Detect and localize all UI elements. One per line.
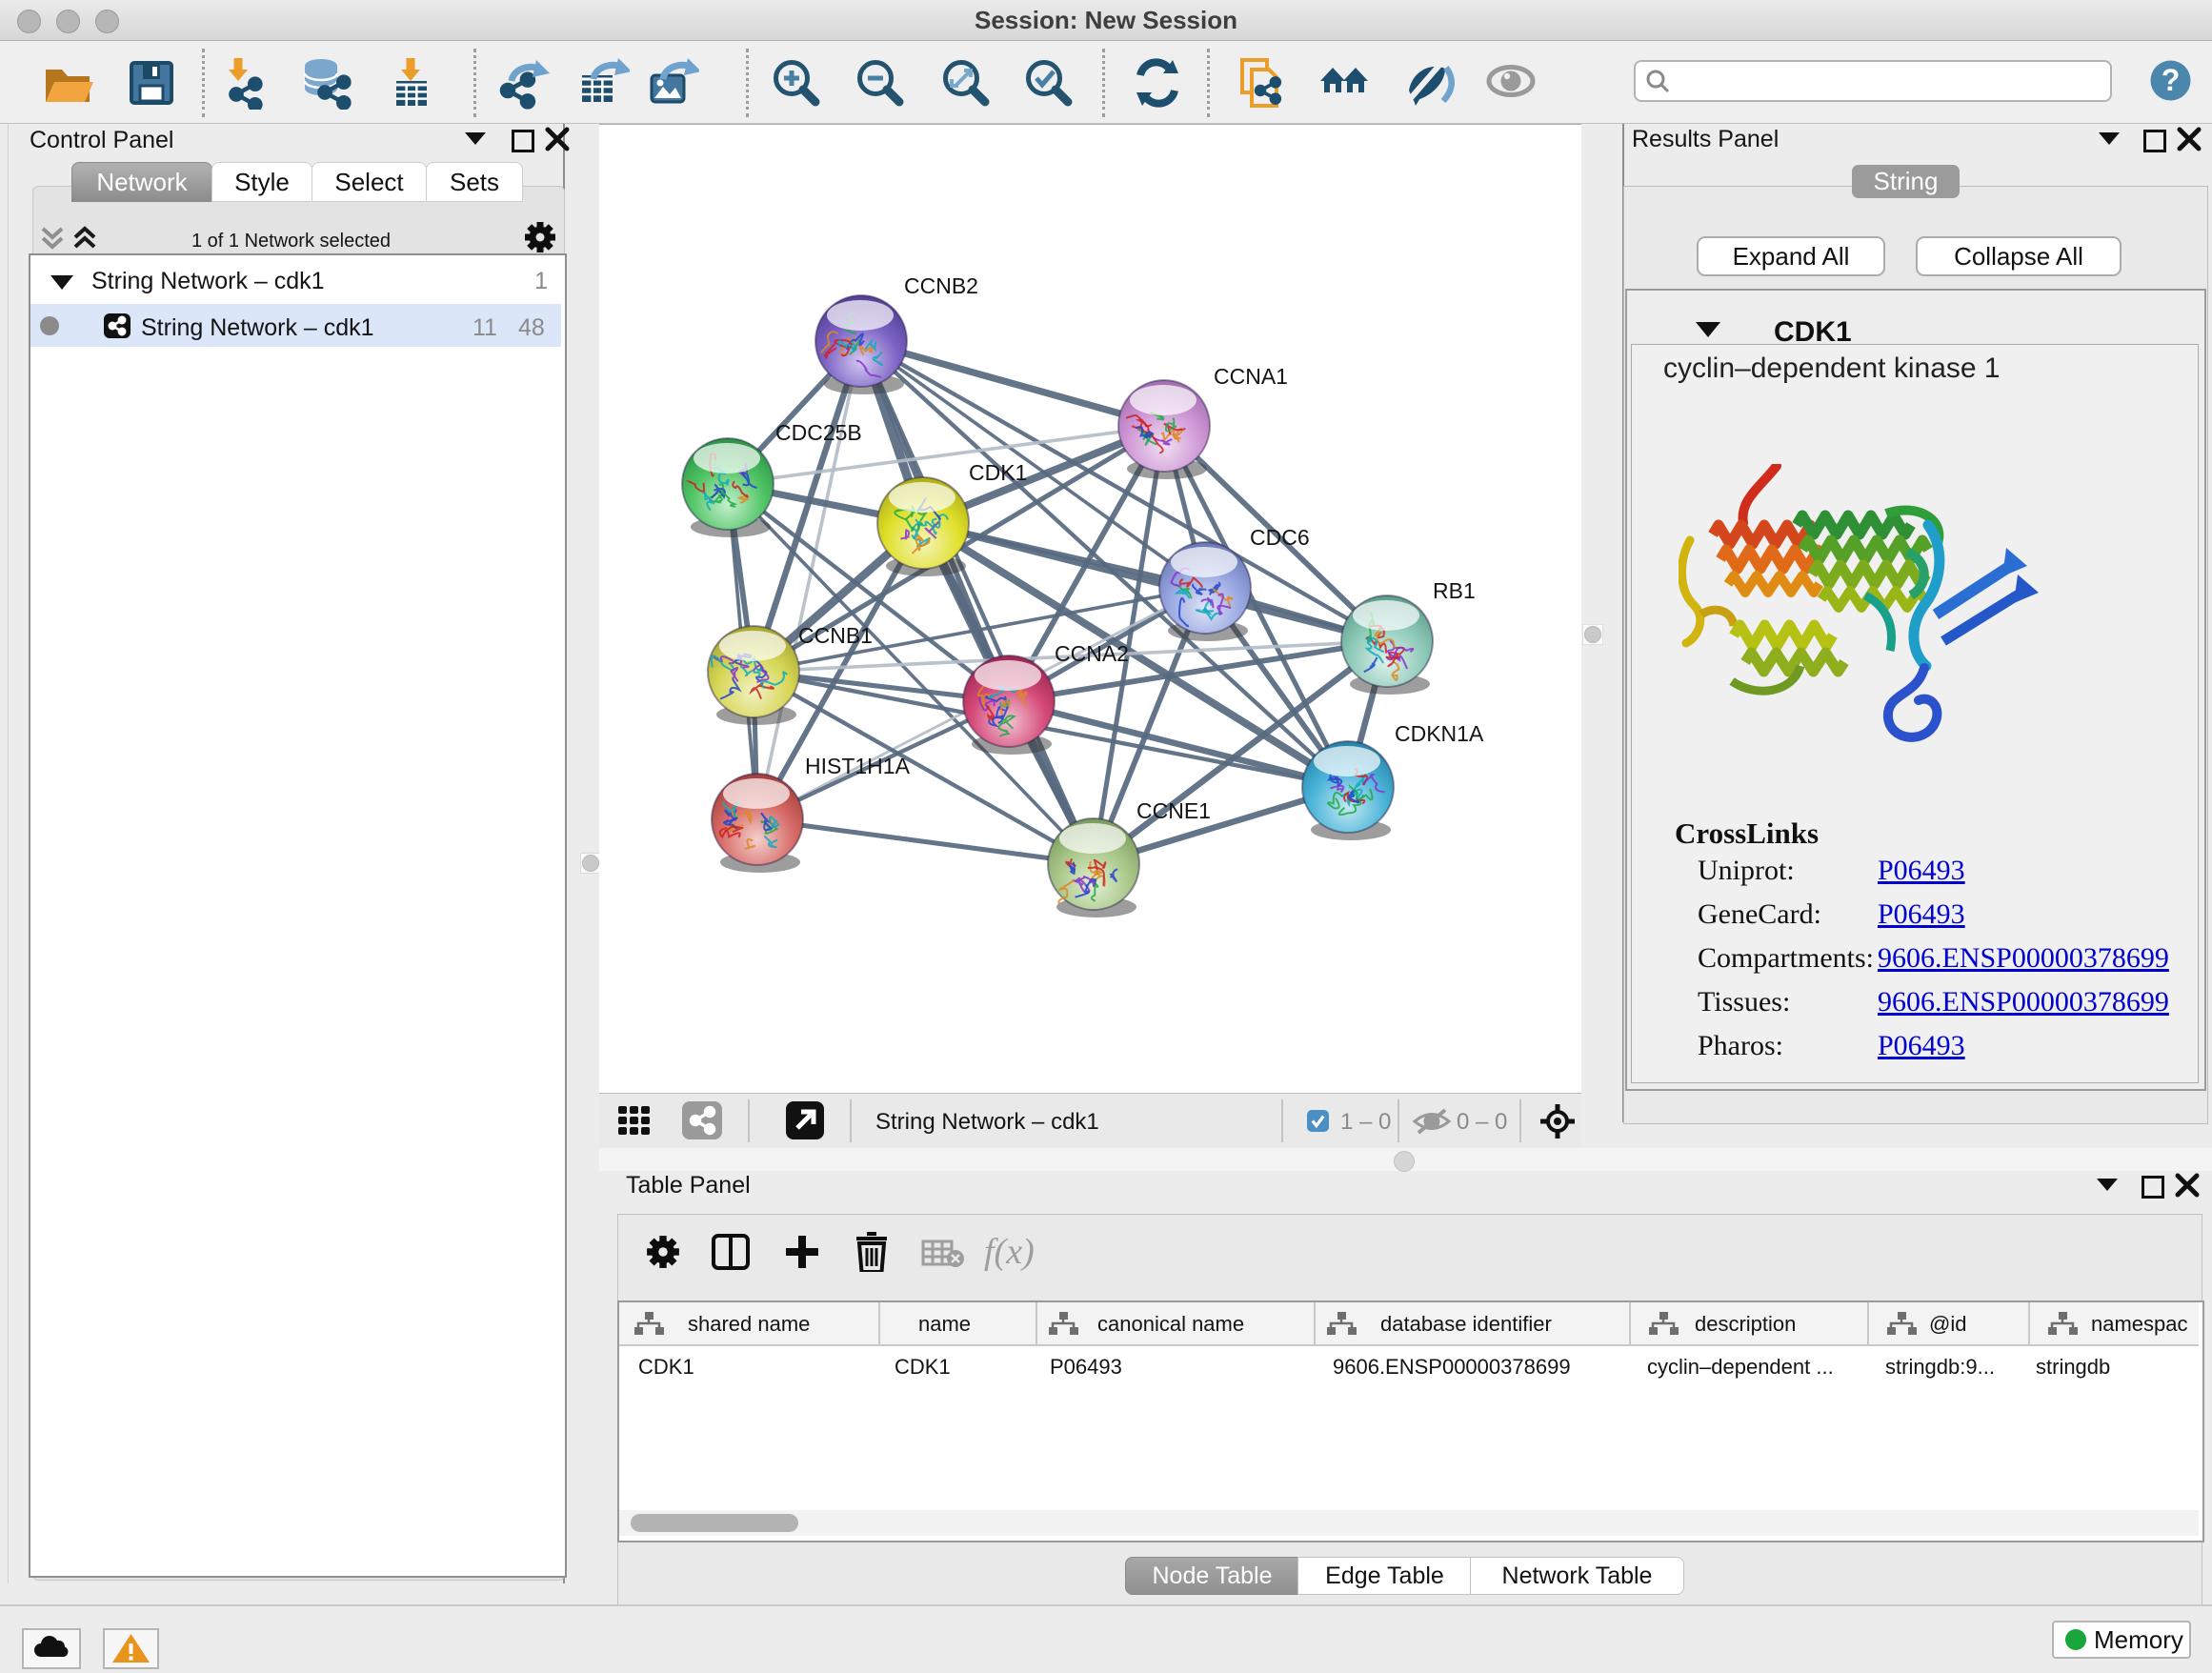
svg-text:CDC6: CDC6 — [1250, 525, 1310, 550]
svg-text:CCNA1: CCNA1 — [1214, 364, 1288, 389]
svg-text:CCNB1: CCNB1 — [798, 623, 873, 648]
svg-text:CCNA2: CCNA2 — [1055, 641, 1129, 666]
svg-text:?: ? — [2162, 63, 2181, 97]
svg-text:RB1: RB1 — [1433, 578, 1476, 603]
svg-text:CCNB2: CCNB2 — [904, 273, 978, 298]
svg-text:CCNE1: CCNE1 — [1136, 798, 1211, 823]
svg-text:CDK1: CDK1 — [969, 460, 1027, 485]
svg-text:CDC25B: CDC25B — [775, 420, 862, 445]
svg-text:CDKN1A: CDKN1A — [1395, 721, 1484, 746]
svg-text:HIST1H1A: HIST1H1A — [805, 754, 911, 778]
